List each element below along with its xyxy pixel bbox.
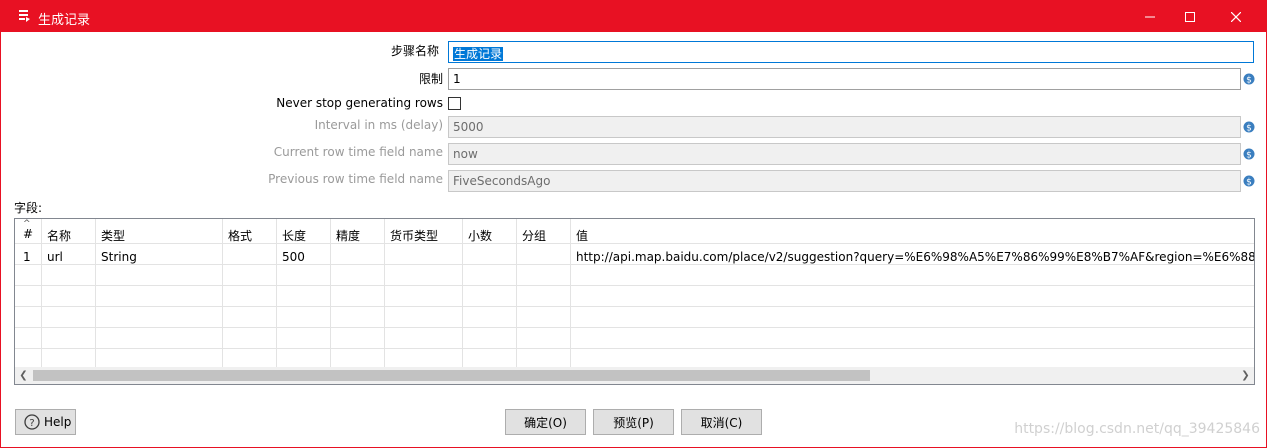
table-cell-value[interactable]: http://api.map.baidu.com/place/v2/sugges…: [571, 245, 1254, 266]
minimize-icon: [1145, 16, 1155, 17]
table-cell-name[interactable]: url: [42, 245, 95, 266]
table-cell-currency[interactable]: [385, 245, 462, 266]
table-cell-precision[interactable]: [331, 245, 384, 266]
help-button[interactable]: ? Help: [15, 409, 76, 435]
variable-dollar-icon[interactable]: $: [1243, 121, 1255, 133]
interval-input[interactable]: 5000: [448, 116, 1241, 138]
scroll-left-icon[interactable]: ❮: [15, 367, 32, 384]
column-header[interactable]: 格式: [223, 222, 276, 243]
table-cell-group[interactable]: [517, 245, 570, 266]
help-question-icon: ?: [24, 414, 40, 430]
limit-input[interactable]: 1: [448, 68, 1241, 90]
column-header[interactable]: 精度: [331, 222, 384, 243]
maximize-button[interactable]: [1167, 1, 1213, 32]
horizontal-scrollbar[interactable]: ❮ ❯: [15, 367, 1254, 384]
column-header[interactable]: 小数: [463, 222, 516, 243]
column-header[interactable]: 值: [571, 222, 1251, 243]
scroll-right-icon[interactable]: ❯: [1237, 367, 1254, 384]
svg-text:$: $: [1246, 76, 1252, 86]
previous-time-input[interactable]: FiveSecondsAgo: [448, 170, 1241, 192]
current-time-label: Current row time field name: [273, 145, 443, 159]
close-icon: [1231, 11, 1241, 22]
never-stop-checkbox[interactable]: [448, 97, 461, 110]
variable-dollar-icon[interactable]: $: [1243, 148, 1255, 160]
cancel-button[interactable]: 取消(C): [681, 409, 762, 435]
watermark: https://blog.csdn.net/qq_39425846: [1014, 421, 1260, 437]
interval-label: Interval in ms (delay): [314, 118, 443, 132]
title-bar[interactable]: 生成记录: [1, 1, 1266, 32]
fields-table[interactable]: ^ # 名称 类型 格式 长度 精度 货币类型 小数 分组 值 1 url St…: [14, 218, 1255, 385]
column-header[interactable]: 名称: [42, 222, 95, 243]
table-cell-length[interactable]: 500: [277, 245, 330, 266]
help-button-label: Help: [44, 415, 72, 429]
svg-text:$: $: [1246, 124, 1252, 134]
never-stop-label: Never stop generating rows: [276, 96, 443, 110]
table-cell-format[interactable]: [223, 245, 276, 266]
scrollbar-thumb[interactable]: [33, 370, 870, 381]
window-title: 生成记录: [38, 13, 91, 28]
column-header[interactable]: 类型: [96, 222, 222, 243]
table-cell-type[interactable]: String: [96, 245, 222, 266]
column-header[interactable]: 分组: [517, 222, 570, 243]
step-name-label: 步骤名称: [390, 44, 439, 58]
dialog-window: 生成记录 步骤名称 生成记录 限制 1 $ Never stop generat…: [0, 0, 1267, 448]
maximize-icon: [1185, 11, 1195, 22]
ok-button[interactable]: 确定(O): [505, 409, 586, 435]
close-button[interactable]: [1213, 1, 1259, 32]
column-header[interactable]: 货币类型: [385, 222, 462, 243]
fields-label: 字段:: [14, 201, 43, 215]
current-time-input[interactable]: now: [448, 143, 1241, 165]
variable-dollar-icon[interactable]: $: [1243, 73, 1255, 85]
step-name-input[interactable]: 生成记录: [448, 41, 1254, 63]
previous-time-label: Previous row time field name: [268, 172, 443, 186]
column-header[interactable]: 长度: [277, 222, 330, 243]
column-header[interactable]: #: [18, 222, 41, 243]
table-cell-decimal[interactable]: [463, 245, 516, 266]
svg-text:$: $: [1246, 178, 1252, 188]
preview-button[interactable]: 预览(P): [593, 409, 674, 435]
variable-dollar-icon[interactable]: $: [1243, 175, 1255, 187]
svg-text:$: $: [1246, 151, 1252, 161]
table-cell-row-number[interactable]: 1: [18, 245, 41, 266]
limit-label: 限制: [418, 72, 443, 86]
svg-text:?: ?: [29, 418, 34, 429]
document-icon: [19, 10, 30, 22]
